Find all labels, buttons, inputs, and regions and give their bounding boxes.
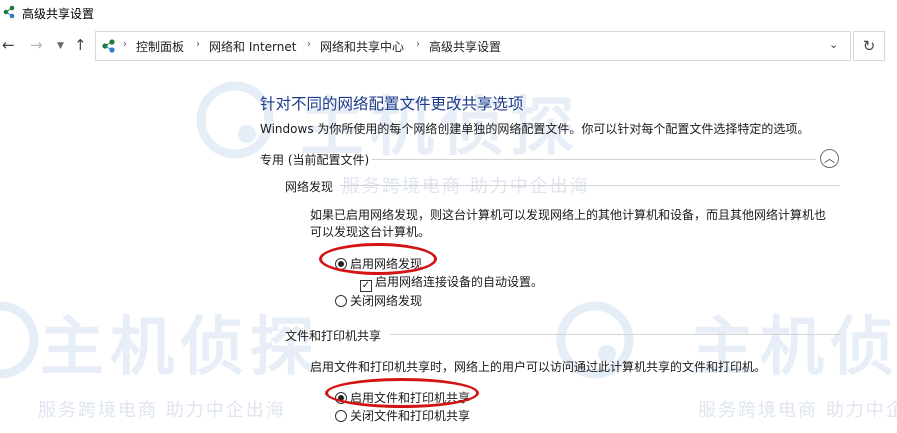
page-title: 针对不同的网络配置文件更改共享选项 bbox=[260, 95, 524, 113]
network-discovery-off-option[interactable]: 关闭网络发现 bbox=[335, 292, 422, 309]
auto-setup-option[interactable]: ✓ 启用网络连接设备的自动设置。 bbox=[360, 273, 543, 292]
option-label: 启用网络连接设备的自动设置。 bbox=[375, 275, 544, 289]
arrow-up-icon[interactable]: ↑ bbox=[74, 38, 87, 53]
refresh-icon: ↻ bbox=[862, 37, 876, 55]
option-label: 关闭文件和打印机共享 bbox=[350, 409, 471, 423]
breadcrumb-control-panel[interactable]: 控制面板 bbox=[136, 38, 184, 55]
breadcrumb-network-sharing-center[interactable]: 网络和共享中心 bbox=[320, 38, 404, 55]
chevron-down-icon[interactable]: ▼ bbox=[57, 39, 64, 54]
radio-button-selected[interactable] bbox=[335, 392, 347, 404]
title-bar: 高级共享设置 bbox=[0, 0, 897, 26]
chevron-right-icon[interactable]: › bbox=[196, 39, 200, 50]
file-printer-sharing-divider bbox=[390, 334, 840, 335]
breadcrumb-advanced-sharing[interactable]: 高级共享设置 bbox=[429, 38, 501, 55]
chevron-right-icon[interactable]: › bbox=[416, 39, 420, 50]
option-label: 关闭网络发现 bbox=[350, 294, 423, 308]
arrow-right-icon[interactable]: → bbox=[30, 38, 43, 53]
address-bar[interactable]: › 控制面板 › 网络和 Internet › 网络和共享中心 › 高级共享设置 bbox=[95, 31, 851, 61]
network-discovery-description: 如果已启用网络发现，则这台计算机可以发现网络上的其他计算机和设备，而且其他网络计… bbox=[310, 208, 827, 239]
file-printer-sharing-description: 启用文件和打印机共享时，网络上的用户可以访问通过此计算机共享的文件和打印机。 bbox=[310, 360, 767, 374]
radio-button-selected[interactable] bbox=[335, 258, 347, 270]
watermark-logo-mark bbox=[0, 301, 39, 379]
chevron-right-icon[interactable]: › bbox=[123, 39, 127, 50]
chevron-up-icon: ︿ bbox=[824, 152, 835, 165]
chevron-right-icon[interactable]: › bbox=[307, 39, 311, 50]
chevron-down-icon[interactable]: ⌄ bbox=[829, 38, 838, 51]
arrow-left-icon[interactable]: ← bbox=[2, 38, 15, 53]
network-icon bbox=[3, 5, 15, 19]
window-title: 高级共享设置 bbox=[22, 7, 95, 21]
breadcrumb-network-internet[interactable]: 网络和 Internet bbox=[209, 38, 296, 55]
network-discovery-on-option[interactable]: 启用网络发现 bbox=[335, 255, 422, 272]
radio-button[interactable] bbox=[335, 295, 347, 307]
file-printer-sharing-title: 文件和打印机共享 bbox=[285, 329, 382, 343]
watermark-logo: 主机侦探 bbox=[40, 311, 320, 385]
profile-header[interactable]: 专用 (当前配置文件) bbox=[260, 151, 369, 168]
watermark-slogan: 服务跨境电商 助力中企出海 bbox=[698, 400, 897, 421]
option-label: 启用文件和打印机共享 bbox=[350, 391, 471, 405]
network-discovery-divider bbox=[340, 185, 840, 186]
collapse-button[interactable]: ︿ bbox=[820, 149, 839, 168]
profile-divider bbox=[372, 159, 816, 160]
radio-button[interactable] bbox=[335, 410, 347, 422]
option-label: 启用网络发现 bbox=[350, 257, 423, 271]
checkbox-checked[interactable]: ✓ bbox=[360, 280, 372, 292]
watermark-slogan: 服务跨境电商 助力中企出海 bbox=[38, 400, 286, 421]
network-icon bbox=[102, 39, 115, 53]
page-description: Windows 为你所使用的每个网络创建单独的网络配置文件。你可以针对每个配置文… bbox=[260, 122, 810, 136]
network-discovery-title: 网络发现 bbox=[285, 180, 334, 194]
file-printer-sharing-on-option[interactable]: 启用文件和打印机共享 bbox=[335, 389, 470, 406]
file-printer-sharing-off-option[interactable]: 关闭文件和打印机共享 bbox=[335, 407, 470, 424]
refresh-button[interactable]: ↻ bbox=[853, 31, 885, 61]
